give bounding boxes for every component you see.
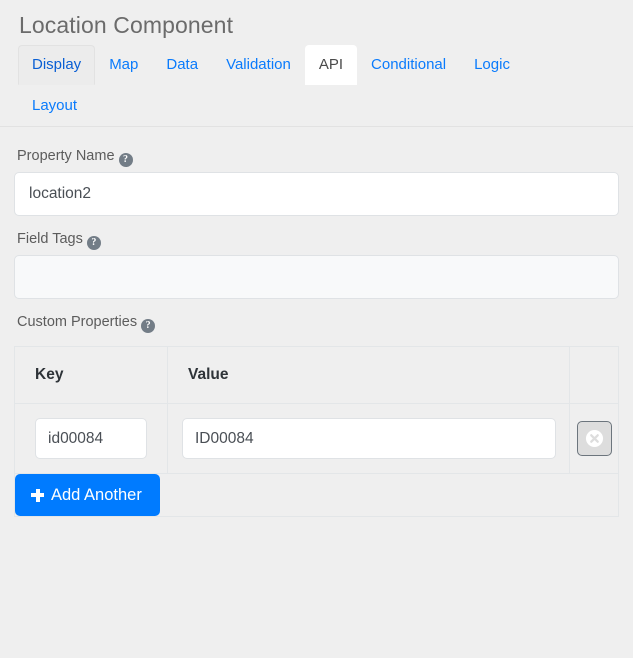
table-head: Key Value xyxy=(14,346,619,404)
field-tags-label: Field Tags? xyxy=(14,216,619,255)
property-name-input[interactable] xyxy=(14,172,619,216)
question-circle-icon[interactable]: ? xyxy=(141,319,156,333)
times-circle-icon xyxy=(585,429,603,448)
cell-actions xyxy=(569,403,619,474)
tab-conditional[interactable]: Conditional xyxy=(357,45,460,85)
column-header-actions xyxy=(569,346,619,404)
cell-add-another: Add Another xyxy=(14,473,619,517)
cell-value xyxy=(167,403,570,474)
property-name-label: Property Name? xyxy=(14,133,619,172)
tab-layout[interactable]: Layout xyxy=(18,85,91,126)
tab-logic-link[interactable]: Logic xyxy=(460,45,524,85)
custom-properties-table: Key Value id00084 ID00084 Add Another xyxy=(14,346,619,517)
property-name-label-text: Property Name xyxy=(17,148,115,164)
tab-logic[interactable]: Logic xyxy=(460,45,524,85)
table-row xyxy=(14,403,619,474)
question-circle-icon[interactable]: ? xyxy=(118,153,133,167)
field-tags-input[interactable] xyxy=(14,255,619,299)
tab-map[interactable]: Map xyxy=(95,45,152,85)
custom-properties-label-text: Custom Properties xyxy=(17,314,138,330)
tab-data[interactable]: Data xyxy=(152,45,212,85)
tab-data-link[interactable]: Data xyxy=(152,45,212,85)
tab-display-link[interactable]: Display xyxy=(18,45,96,85)
custom-property-key-input[interactable] xyxy=(35,418,147,459)
plus-icon xyxy=(31,488,44,502)
tab-validation-link[interactable]: Validation xyxy=(212,45,305,85)
question-circle-icon[interactable]: ? xyxy=(86,236,101,250)
table-header-row: Key Value xyxy=(14,346,619,404)
column-header-value: Value xyxy=(167,346,570,404)
location-component-panel: Location Component Display Map Data Vali… xyxy=(0,0,633,658)
tab-map-link[interactable]: Map xyxy=(95,45,152,85)
tab-api[interactable]: API xyxy=(304,45,358,85)
tab-layout-link[interactable]: Layout xyxy=(18,86,91,126)
cell-key xyxy=(14,403,168,474)
tab-conditional-link[interactable]: Conditional xyxy=(357,45,460,85)
tab-display[interactable]: Display xyxy=(18,45,96,85)
tab-validation[interactable]: Validation xyxy=(212,45,305,85)
table-body: Add Another xyxy=(14,403,619,517)
add-another-button[interactable]: Add Another xyxy=(15,474,160,516)
tabs-container: Display Map Data Validation API Conditio… xyxy=(0,45,633,133)
tab-api-link[interactable]: API xyxy=(304,45,358,85)
page-title: Location Component xyxy=(19,12,234,38)
custom-properties-table-wrap: Key Value id00084 ID00084 Add Another xyxy=(14,346,619,517)
field-tags-label-text: Field Tags xyxy=(17,231,83,247)
custom-properties-group: Custom Properties? Key Value id00084 ID0… xyxy=(14,299,619,517)
remove-row-button[interactable] xyxy=(576,421,612,456)
custom-properties-label: Custom Properties? xyxy=(14,299,619,338)
column-header-key: Key xyxy=(14,346,168,404)
tabs-bottom-divider xyxy=(0,126,633,127)
property-name-group: Property Name? xyxy=(14,133,619,216)
table-footer-row: Add Another xyxy=(14,473,619,517)
add-another-label: Add Another xyxy=(51,486,142,504)
tab-list: Display Map Data Validation API Conditio… xyxy=(14,45,619,126)
field-tags-group: Field Tags? xyxy=(14,216,619,299)
custom-property-value-input[interactable] xyxy=(182,418,556,459)
